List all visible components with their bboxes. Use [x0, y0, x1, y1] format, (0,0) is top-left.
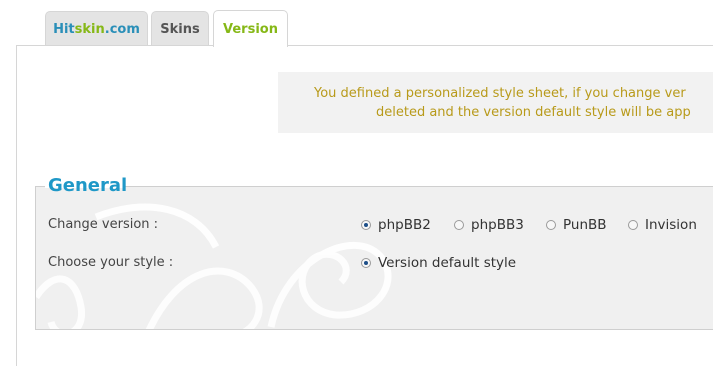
option-version-default-style[interactable]: Version default style	[361, 255, 516, 271]
notice-line-1: You defined a personalized style sheet, …	[314, 86, 686, 101]
choose-style-label: Choose your style :	[48, 255, 174, 270]
option-invision[interactable]: Invision	[628, 217, 697, 233]
option-phpbb2[interactable]: phpBB2	[361, 217, 431, 233]
tab-hitskin[interactable]: Hit skin .com	[45, 11, 148, 46]
option-phpbb3[interactable]: phpBB3	[454, 217, 524, 233]
change-version-label: Change version :	[48, 217, 159, 232]
option-invision-label: Invision	[645, 217, 697, 233]
option-version-default-style-label: Version default style	[378, 255, 517, 271]
option-phpbb3-label: phpBB3	[471, 217, 524, 233]
radio-phpbb2[interactable]	[361, 220, 371, 230]
radio-invision[interactable]	[628, 220, 638, 230]
tab-skins[interactable]: Skins	[151, 11, 209, 46]
option-punbb-label: PunBB	[563, 217, 607, 233]
tab-hitskin-part2: skin	[74, 21, 105, 37]
tab-skins-label: Skins	[160, 21, 200, 37]
radio-punbb[interactable]	[546, 220, 556, 230]
style-sheet-notice: You defined a personalized style sheet, …	[278, 72, 713, 133]
option-phpbb2-label: phpBB2	[378, 217, 431, 233]
tab-version[interactable]: Version	[213, 10, 288, 47]
tab-hitskin-part1: Hit	[53, 21, 75, 37]
option-punbb[interactable]: PunBB	[546, 217, 607, 233]
radio-version-default-style[interactable]	[361, 258, 371, 268]
notice-line-2: deleted and the version default style wi…	[376, 105, 691, 120]
general-legend: General	[48, 175, 128, 196]
tab-hitskin-part3: .com	[104, 21, 140, 37]
radio-phpbb3[interactable]	[454, 220, 464, 230]
tab-version-label: Version	[223, 21, 278, 37]
